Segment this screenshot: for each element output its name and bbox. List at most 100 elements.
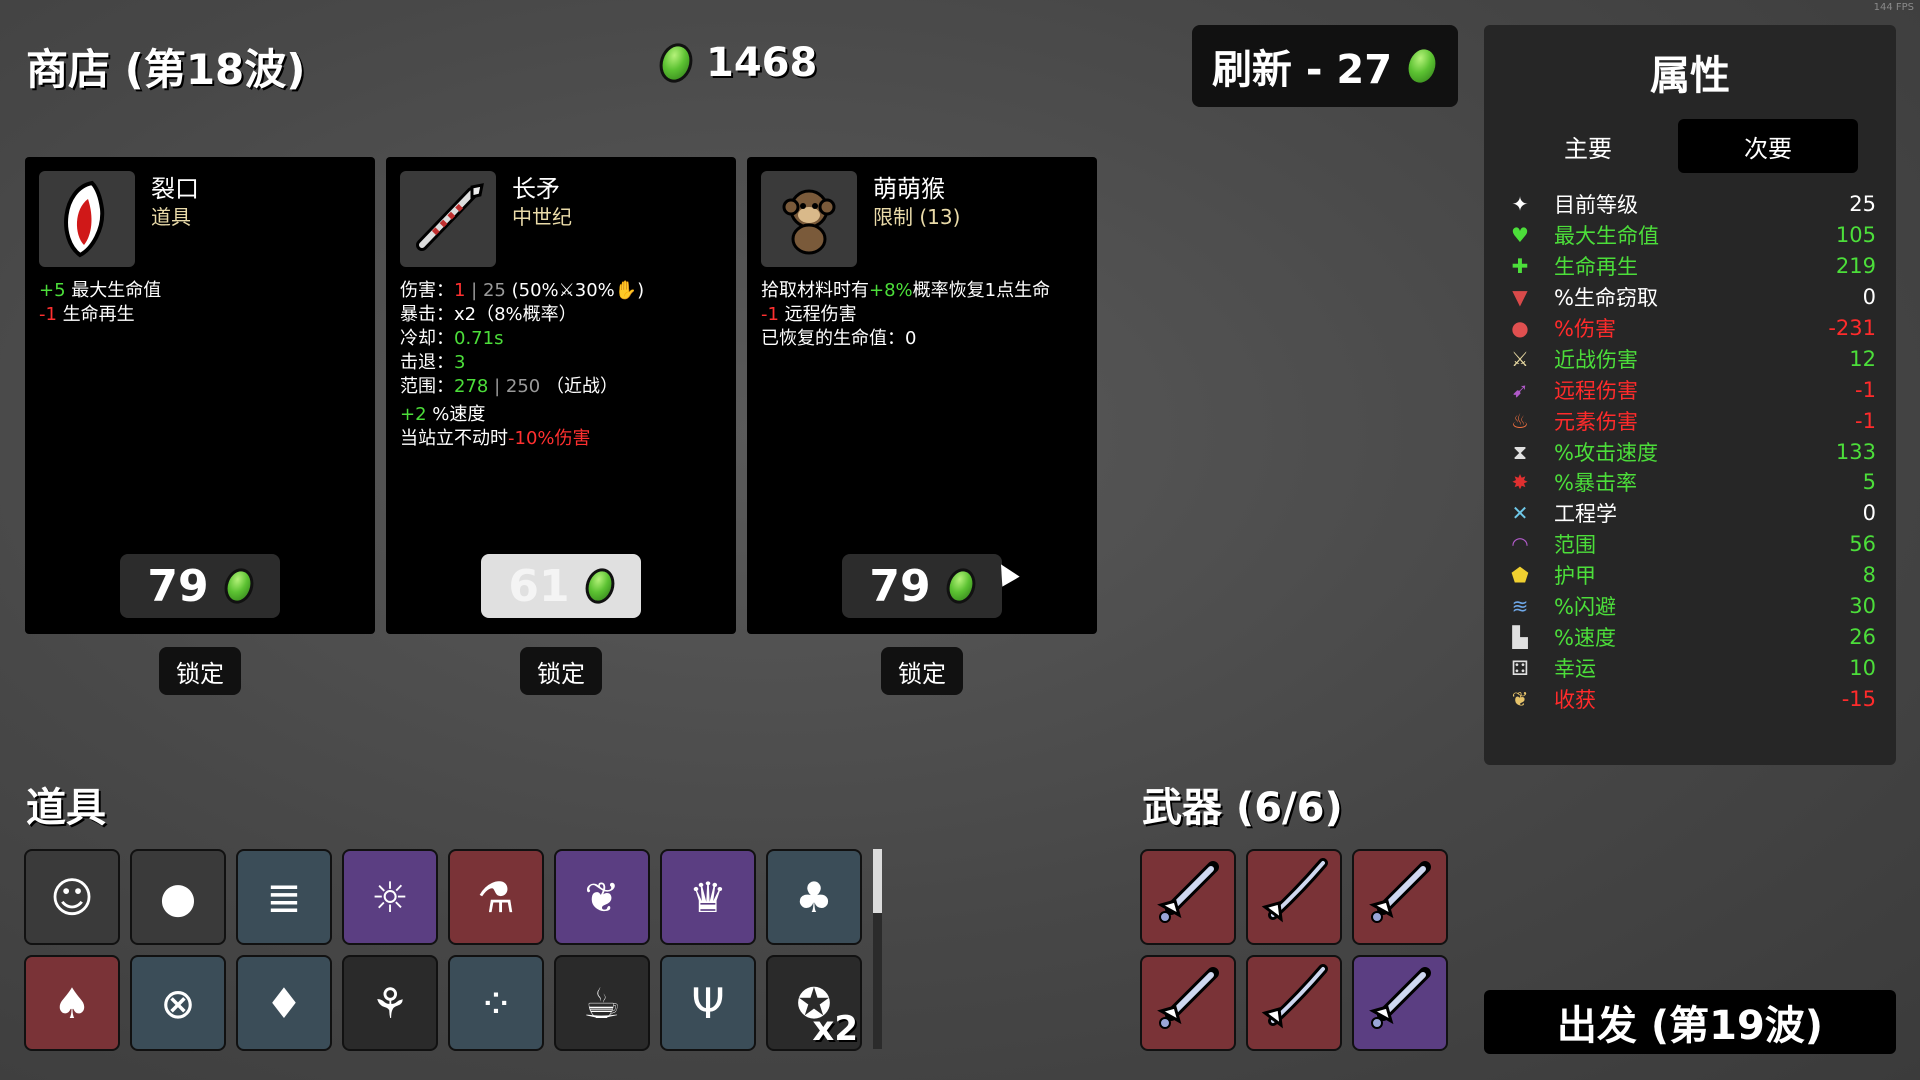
- stats-title: 属性: [1650, 53, 1730, 99]
- crit-icon: ✸: [1511, 470, 1529, 495]
- stat-value: 56: [1849, 532, 1876, 557]
- tab-primary[interactable]: 主要: [1498, 119, 1678, 173]
- item-slot[interactable]: Ψ: [660, 955, 756, 1051]
- garden-plot-icon: ♣: [795, 872, 833, 922]
- scrollbar-thumb[interactable]: [873, 849, 882, 913]
- buy-button[interactable]: 61: [481, 554, 641, 618]
- stat-row[interactable]: ⬟ 护甲 8: [1506, 560, 1876, 591]
- refresh-button[interactable]: 刷新 - 27: [1192, 25, 1458, 107]
- weapon-slot[interactable]: [1246, 849, 1342, 945]
- stat-label: 元素伤害: [1554, 409, 1638, 434]
- items-scrollbar[interactable]: [873, 849, 882, 1049]
- item-slot[interactable]: ☼: [342, 849, 438, 945]
- weapons-grid: [1140, 849, 1448, 1051]
- stat-row[interactable]: ◠ 范围 56: [1506, 529, 1876, 560]
- stat-row[interactable]: ⧗ %攻击速度 133: [1506, 436, 1876, 467]
- stat-row[interactable]: ♨ 元素伤害 -1: [1506, 405, 1876, 436]
- lock-button-3[interactable]: 锁定: [881, 647, 963, 695]
- stat-row[interactable]: ❦ 收获 -15: [1506, 683, 1876, 714]
- stat-row[interactable]: ✦ 目前等级 25: [1506, 189, 1876, 220]
- lock-button-2[interactable]: 锁定: [520, 647, 602, 695]
- spear-icon: [416, 183, 484, 251]
- range-icon: ◠: [1511, 532, 1529, 557]
- test-tube-icon: ⚗: [477, 872, 515, 922]
- stat-row[interactable]: ➹ 远程伤害 -1: [1506, 374, 1876, 405]
- stat-label: 远程伤害: [1554, 378, 1638, 403]
- item-slot[interactable]: ☺: [24, 849, 120, 945]
- stat-value: 219: [1835, 254, 1876, 279]
- stat-row[interactable]: ♥ 最大生命值 105: [1506, 220, 1876, 251]
- material-gem-icon: [654, 39, 698, 87]
- stat-label: 生命再生: [1554, 255, 1638, 280]
- weapon-slot[interactable]: [1140, 849, 1236, 945]
- cat-helmet-icon: ♦: [265, 978, 303, 1028]
- buy-button[interactable]: 79: [120, 554, 280, 618]
- stat-value: -15: [1841, 686, 1876, 711]
- item-slot[interactable]: ✪ x2: [766, 955, 862, 1051]
- item-slot[interactable]: ❦: [554, 849, 650, 945]
- stat-label: 最大生命值: [1554, 224, 1659, 249]
- item-slot[interactable]: ♠: [24, 955, 120, 1051]
- shop-card-2[interactable]: 长矛 中世纪 伤害：1 | 25 (50%⚔30%✋) 暴击：x2（8%概率） …: [386, 157, 736, 634]
- item-slot[interactable]: ⚗: [448, 849, 544, 945]
- stat-value: 5: [1862, 470, 1876, 495]
- lock-button-1[interactable]: 锁定: [159, 647, 241, 695]
- material-gem-icon: [580, 564, 619, 608]
- wheat-icon: ❦: [1511, 686, 1529, 711]
- item-quantity: x2: [812, 1009, 858, 1049]
- black-belt-icon: ⊗: [160, 978, 196, 1028]
- weapon-slot[interactable]: [1246, 955, 1342, 1051]
- stat-row[interactable]: ▙ %速度 26: [1506, 621, 1876, 652]
- boot-icon: ▙: [1512, 624, 1528, 649]
- stat-label: 收获: [1554, 687, 1596, 712]
- stat-value: 26: [1849, 624, 1876, 649]
- start-wave-button[interactable]: 出发 (第19波): [1484, 990, 1896, 1054]
- wrench-icon: ✕: [1511, 501, 1529, 526]
- dice-icon: ⚃: [1511, 655, 1529, 680]
- heart-plus-icon: ✚: [1511, 254, 1529, 279]
- stat-value: -231: [1828, 316, 1876, 340]
- stat-row[interactable]: ≋ %闪避 30: [1506, 591, 1876, 622]
- sword-icon: [1153, 963, 1223, 1043]
- card-name: 长矛: [512, 175, 560, 203]
- bunny-icon: ☼: [371, 872, 409, 922]
- maid-girl-icon: ☺: [50, 872, 94, 922]
- sword-icon: [1153, 857, 1223, 937]
- shop-card-3[interactable]: 萌萌猴 限制 (13) 拾取材料时有+8%概率恢复1点生命 -1 远程伤害 已恢…: [747, 157, 1097, 634]
- sword-icon: [1365, 963, 1435, 1043]
- stat-row[interactable]: ✕ 工程学 0: [1506, 498, 1876, 529]
- stat-row[interactable]: ● %伤害 -231: [1506, 313, 1876, 344]
- buy-button[interactable]: 79: [842, 554, 1002, 618]
- card-type: 中世纪: [512, 205, 572, 229]
- price-value: 79: [869, 560, 931, 612]
- card-name: 萌萌猴: [873, 175, 945, 203]
- item-slot[interactable]: ♣: [766, 849, 862, 945]
- weapon-slot[interactable]: [1352, 955, 1448, 1051]
- stat-value: 0: [1862, 501, 1876, 526]
- gold-counter: 1468: [654, 39, 817, 87]
- items-section-title: 道具: [26, 785, 106, 831]
- stat-row[interactable]: ✸ %暴击率 5: [1506, 467, 1876, 498]
- item-slot[interactable]: ♛: [660, 849, 756, 945]
- item-slot[interactable]: ⊗: [130, 955, 226, 1051]
- fps-counter: 144 FPS: [1873, 2, 1914, 13]
- stat-row[interactable]: ⚃ 幸运 10: [1506, 652, 1876, 683]
- item-slot[interactable]: ♦: [236, 955, 332, 1051]
- stat-label: 范围: [1554, 533, 1596, 558]
- weapon-slot[interactable]: [1140, 955, 1236, 1051]
- card-name: 裂口: [151, 175, 199, 203]
- stat-row[interactable]: ▼ %生命窃取 0: [1506, 282, 1876, 313]
- shop-card-1[interactable]: 裂口 道具 +5 最大生命值 -1 生命再生 79: [25, 157, 375, 634]
- item-slot[interactable]: ⚘: [342, 955, 438, 1051]
- item-slot[interactable]: ☕: [554, 955, 650, 1051]
- weapon-slot[interactable]: [1352, 849, 1448, 945]
- shield-icon: ⬟: [1511, 563, 1529, 588]
- item-slot[interactable]: ⁘: [448, 955, 544, 1051]
- stat-value: 25: [1849, 192, 1876, 217]
- item-slot[interactable]: ≣: [236, 849, 332, 945]
- item-slot[interactable]: ●: [130, 849, 226, 945]
- stat-row[interactable]: ✚ 生命再生 219: [1506, 251, 1876, 282]
- tab-secondary[interactable]: 次要: [1678, 119, 1858, 173]
- stat-row[interactable]: ⚔ 近战伤害 12: [1506, 343, 1876, 374]
- spear-icon: [1259, 857, 1329, 937]
